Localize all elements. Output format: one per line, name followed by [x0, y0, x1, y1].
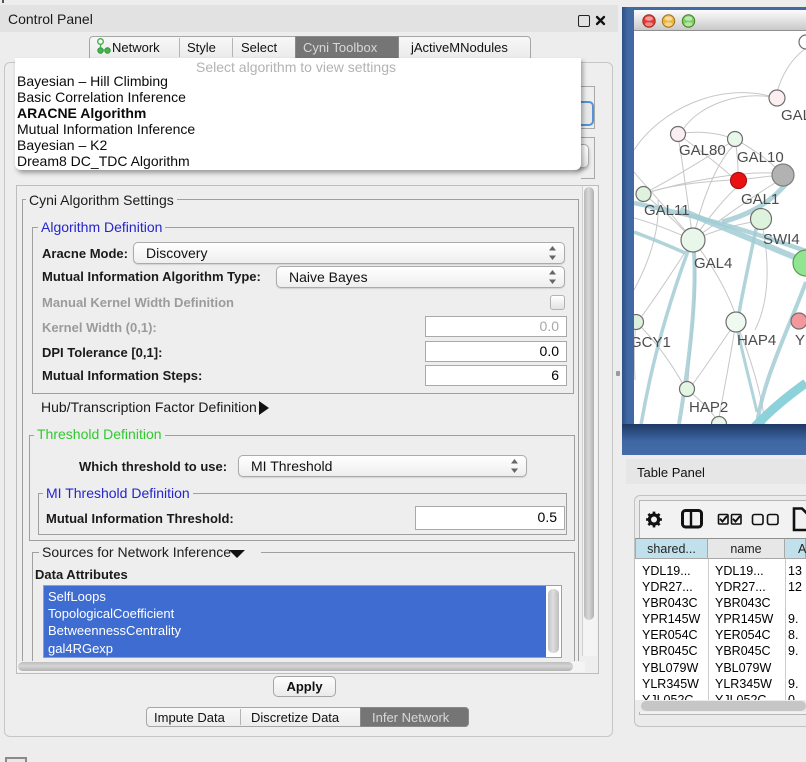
svg-text:GAL2: GAL2 [781, 107, 806, 124]
svg-text:SWI4: SWI4 [763, 231, 800, 248]
svg-text:GAL1: GAL1 [741, 191, 779, 208]
svg-text:HAP2: HAP2 [689, 399, 728, 416]
svg-text:GAL10: GAL10 [737, 149, 784, 166]
svg-text:GCY1: GCY1 [634, 334, 671, 351]
svg-text:GAL11: GAL11 [644, 202, 690, 219]
svg-text:GAL80: GAL80 [679, 142, 726, 159]
svg-text:GAL4: GAL4 [694, 255, 732, 272]
svg-text:HAP4: HAP4 [737, 332, 776, 349]
svg-text:YE: YE [795, 332, 806, 349]
